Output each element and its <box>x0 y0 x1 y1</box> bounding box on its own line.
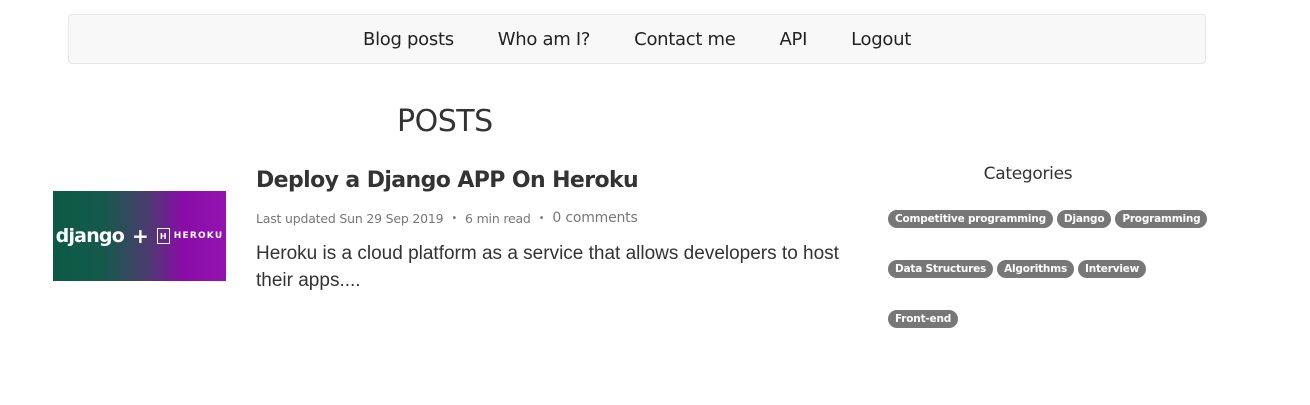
heroku-logo-text: HEROKU <box>173 231 224 241</box>
tag-programming[interactable]: Programming <box>1115 210 1208 228</box>
tag-django[interactable]: Django <box>1056 210 1112 228</box>
tag-front-end[interactable]: Front-end <box>888 310 959 328</box>
post-excerpt: Heroku is a cloud platform as a service … <box>256 243 839 291</box>
post-title-link[interactable]: Deploy a Django APP On Heroku <box>256 168 639 193</box>
top-navbar: Blog posts Who am I? Contact me API Logo… <box>68 14 1206 64</box>
post-meta: Last updated Sun 29 Sep 2019 • 6 min rea… <box>256 210 638 226</box>
category-tags: Competitive programming Django Programmi… <box>888 210 1208 328</box>
tag-interview[interactable]: Interview <box>1078 260 1147 278</box>
tag-data-structures[interactable]: Data Structures <box>888 260 994 278</box>
post-last-updated: Last updated Sun 29 Sep 2019 <box>256 210 444 226</box>
plus-icon: + <box>131 224 149 248</box>
post-thumbnail-image[interactable]: django + H HEROKU <box>53 191 226 281</box>
nav-list: Blog posts Who am I? Contact me API Logo… <box>69 15 1205 63</box>
post-read-time: 6 min read <box>465 210 531 226</box>
post-comments-link[interactable]: 0 comments <box>552 210 637 226</box>
heroku-icon: H <box>156 228 170 244</box>
heroku-logo: H HEROKU <box>156 228 224 244</box>
meta-separator: • <box>451 212 458 224</box>
nav-link-contact-me[interactable]: Contact me <box>612 29 757 50</box>
nav-link-blog-posts[interactable]: Blog posts <box>341 29 476 50</box>
nav-link-api[interactable]: API <box>758 29 830 50</box>
categories-heading: Categories <box>983 164 1073 184</box>
tag-algorithms[interactable]: Algorithms <box>997 260 1074 278</box>
django-logo-text: django <box>55 225 125 247</box>
nav-link-who-am-i[interactable]: Who am I? <box>476 29 612 50</box>
nav-link-logout[interactable]: Logout <box>829 29 933 50</box>
page-title: POSTS <box>397 104 493 139</box>
tag-competitive-programming[interactable]: Competitive programming <box>888 210 1053 228</box>
meta-separator: • <box>538 212 545 224</box>
